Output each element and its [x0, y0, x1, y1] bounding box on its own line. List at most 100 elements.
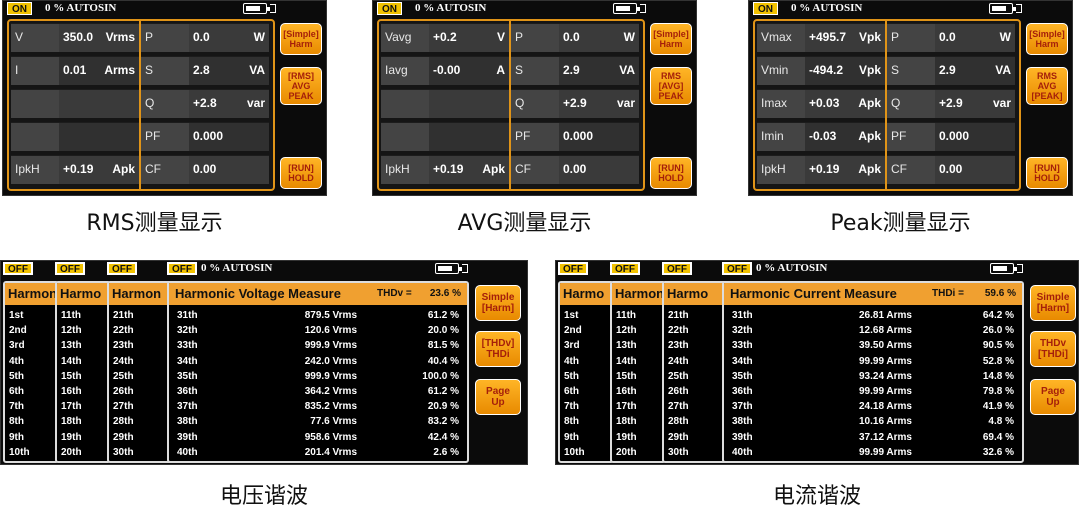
measure-value: 0.000: [193, 129, 224, 143]
on-indicator: ON: [377, 2, 402, 15]
measure-row: IpkH +0.19 Apk: [757, 155, 885, 184]
measure-label: S: [515, 63, 524, 77]
harmonic-percent: 69.4 %: [982, 431, 1014, 443]
harmonic-order: 10th: [9, 446, 30, 458]
measure-row: [11, 122, 139, 151]
measure-value: 0.01: [63, 63, 87, 77]
harm-mode-button[interactable]: Simple [Harm]: [1030, 285, 1076, 321]
harmonic-row: 39th 37.12 Arms 69.4 %: [728, 432, 1016, 447]
harmonic-current-screen: OFF OFF OFF OFF 0 % AUTOSIN Harmo 1st 2nd 3rd 4th…: [555, 260, 1079, 465]
harmonic-order: 26th: [113, 386, 134, 397]
measure-value: 0.0: [193, 30, 210, 44]
measure-unit: VA: [995, 63, 1011, 77]
rms-caption: RMS测量显示: [86, 211, 223, 236]
harmonic-panel: Harmo 11th 12th 13th 14th 15th 16th 17th 18th 19t…: [55, 281, 111, 463]
harmonic-panel: Harmon 21th 22th 23th 24th 25th 26th 27th 28th 29…: [107, 281, 173, 463]
measure-value: 0.000: [563, 129, 594, 143]
thd-select-button[interactable]: [THDv] THDi: [475, 331, 521, 367]
run-hold-button[interactable]: [RUN] HOLD: [650, 157, 692, 189]
harm-mode-button[interactable]: Simple [Harm]: [475, 285, 521, 321]
harmonic-row: 38th 10.16 Arms 4.8 %: [728, 416, 1016, 431]
measure-label: Imax: [761, 96, 788, 110]
harmonic-percent: 26.0 %: [982, 325, 1014, 337]
harmonic-order: 33th: [732, 340, 753, 352]
harmonic-percent: 32.6 %: [982, 446, 1014, 458]
measurement-table: Vavg +0.2 V Iavg -0.00 A IpkH +0.19 Apk P 0.0 W S 2.9…: [377, 19, 645, 191]
measure-value: 2.8: [193, 63, 210, 77]
table-divider: [885, 21, 887, 189]
measure-row: PF 0.000: [511, 122, 639, 151]
usb-plug-icon: [462, 264, 468, 273]
harm-mode-button[interactable]: [Simple] Harm: [650, 23, 692, 55]
off-indicator: OFF: [55, 262, 85, 275]
table-divider: [509, 21, 511, 189]
harm-mode-button[interactable]: [Simple] Harm: [280, 23, 322, 55]
measure-row: IpkH +0.19 Apk: [381, 155, 509, 184]
harmonic-order: 12th: [61, 325, 82, 337]
rms-avg-peak-button[interactable]: [RMS] AVG PEAK: [280, 67, 322, 105]
panel-header: Harmo: [560, 283, 612, 305]
off-indicator: OFF: [558, 262, 588, 275]
harmonic-order: 37th: [177, 401, 198, 413]
harmonic-value: 39.50 Arms: [859, 340, 912, 352]
harmonic-row: 34th 242.0 Vrms 40.4 %: [173, 356, 461, 371]
harmonic-order: 13th: [61, 340, 82, 352]
rms-avg-peak-button[interactable]: RMS [AVG] PEAK: [650, 67, 692, 105]
rms-avg-peak-button[interactable]: RMS AVG [PEAK]: [1026, 67, 1068, 105]
off-indicator: OFF: [610, 262, 640, 275]
harmonic-order: 36th: [177, 386, 198, 397]
harmonic-percent: 81.5 %: [427, 340, 459, 352]
harmonic-percent: 42.4 %: [427, 431, 459, 443]
run-hold-button[interactable]: [RUN] HOLD: [280, 157, 322, 189]
harmonic-row: 31th 26.81 Arms 64.2 %: [728, 310, 1016, 325]
measure-value: 0.00: [193, 162, 217, 176]
harmonic-order: 31th: [732, 310, 753, 321]
harmonic-voltage-screen: OFF OFF OFF OFF 0 % AUTOSIN Harmon 1st 2nd 3rd 4t…: [0, 260, 528, 465]
harmonic-row: 36th 364.2 Vrms 61.2 %: [173, 386, 461, 401]
harmonic-value: 26.81 Arms: [859, 310, 912, 321]
harmonic-order: 39th: [732, 431, 753, 443]
measure-unit: Apk: [482, 162, 505, 176]
measure-label: PF: [515, 129, 531, 143]
harmonic-panel: Harmon 11th 12th 13th 14th 15th 16th 17th 18th 19…: [610, 281, 666, 463]
label-cell: [381, 123, 429, 151]
measure-label: S: [891, 63, 900, 77]
harmonic-order: 31th: [177, 310, 198, 321]
harmonic-value: 958.6 Vrms: [304, 431, 357, 443]
harmonic-row: 36th 99.99 Arms 79.8 %: [728, 386, 1016, 401]
harmonic-order: 25th: [113, 370, 134, 382]
harmonic-value: 24.18 Arms: [859, 401, 912, 413]
harmonic-order: 11th: [616, 310, 637, 321]
measure-unit: W: [999, 30, 1011, 44]
harmonic-percent: 20.9 %: [427, 401, 459, 413]
harmonic-row: 32th 120.6 Vrms 20.0 %: [173, 325, 461, 340]
measure-value: -0.03: [809, 129, 837, 143]
harmonic-panel: Harmo 1st 2nd 3rd 4th 5th 6th 7th 8th 9th 10th: [558, 281, 614, 463]
measure-unit: Vrms: [105, 30, 135, 44]
battery-icon: [435, 263, 462, 274]
measure-label: IpkH: [385, 162, 410, 176]
measure-row: S 2.8 VA: [141, 56, 269, 85]
page-up-button[interactable]: Page Up: [1030, 379, 1076, 415]
page-up-button[interactable]: Page Up: [475, 379, 521, 415]
harmonic-order: 30th: [113, 446, 134, 458]
label-cell: [11, 90, 59, 118]
measure-value: 350.0: [63, 30, 94, 44]
thd-select-button[interactable]: THDv [THDi]: [1030, 331, 1076, 367]
label-cell: [381, 90, 429, 118]
run-hold-button[interactable]: [RUN] HOLD: [1026, 157, 1068, 189]
harmonic-value: 835.2 Vrms: [304, 401, 357, 413]
measure-row: Vavg +0.2 V: [381, 23, 509, 52]
measure-label: PF: [891, 129, 907, 143]
measure-row: Iavg -0.00 A: [381, 56, 509, 85]
harmonic-order: 4th: [564, 355, 579, 367]
measure-value: +0.2: [433, 30, 457, 44]
harmonic-main-panel: Harmonic Current Measure THDi = 59.6 % 31th…: [722, 281, 1024, 463]
measure-label: Iavg: [385, 63, 408, 77]
harm-mode-button[interactable]: [Simple] Harm: [1026, 23, 1068, 55]
table-divider: [139, 21, 141, 189]
measure-value: +0.03: [809, 96, 840, 110]
harmonic-order: 39th: [177, 431, 198, 443]
panel-header: Harmon: [5, 283, 57, 305]
harmonic-order: 19th: [616, 431, 637, 443]
